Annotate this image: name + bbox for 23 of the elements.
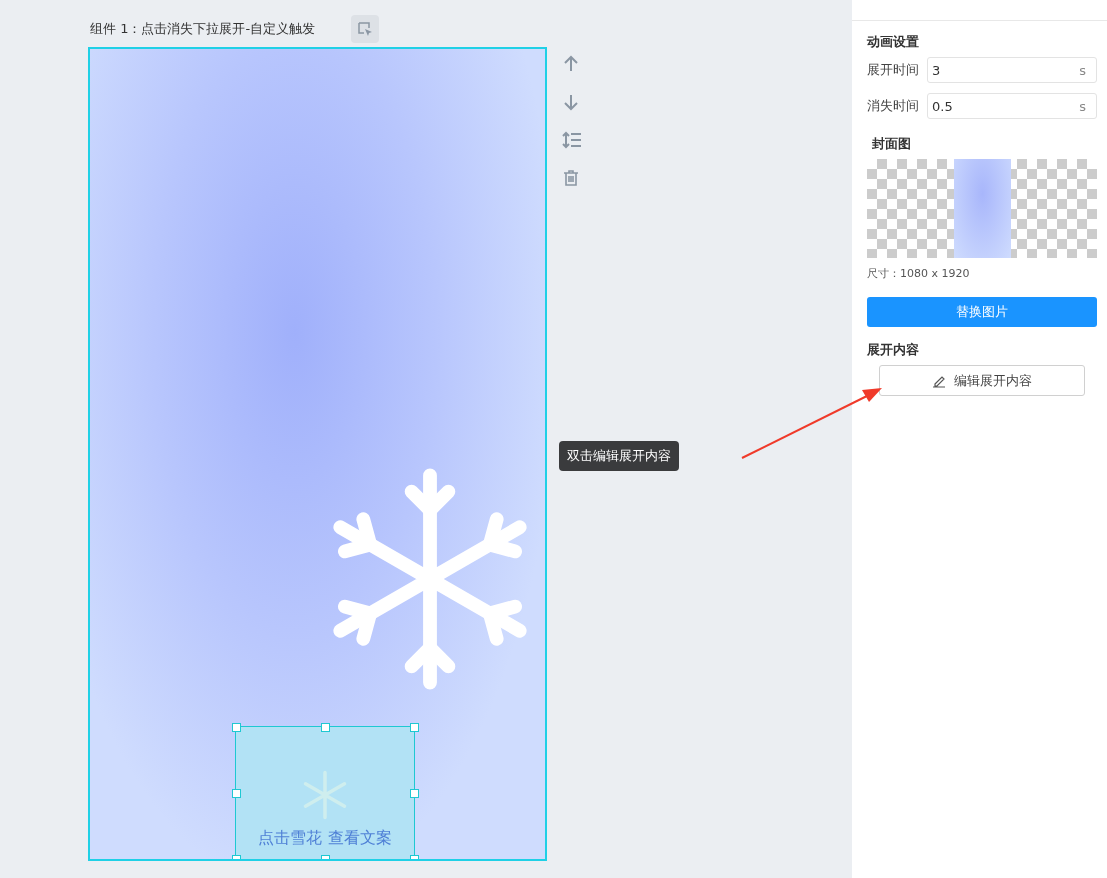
trash-icon[interactable]	[562, 169, 580, 187]
resize-handle[interactable]	[410, 789, 419, 798]
input-field[interactable]: 0.5 s	[927, 93, 1097, 119]
field-label: 展开时间	[867, 61, 919, 79]
component-caption: 点击雪花 查看文案	[258, 828, 392, 849]
section-heading: 封面图	[872, 135, 912, 153]
resize-handle[interactable]	[410, 723, 419, 732]
section-heading: 展开内容	[867, 341, 920, 359]
tooltip: 双击编辑展开内容	[559, 441, 679, 471]
image-size: 尺寸：1080 x 1920	[867, 266, 971, 281]
line-spacing-icon[interactable]	[562, 131, 582, 149]
resize-handle[interactable]	[232, 723, 241, 732]
move-up-icon[interactable]	[562, 55, 580, 73]
resize-handle[interactable]	[232, 789, 241, 798]
move-down-icon[interactable]	[562, 93, 580, 111]
cursor-select-icon	[357, 21, 374, 37]
field-label: 消失时间	[867, 97, 919, 115]
resize-handle[interactable]	[321, 723, 330, 732]
component-title: 组件 1：点击消失下拉展开-自定义触发	[90, 20, 316, 38]
select-tool-button[interactable]	[351, 15, 380, 43]
input-field[interactable]: 3 s	[927, 57, 1097, 83]
edit-content-button[interactable]: 编辑展开内容	[879, 365, 1085, 396]
section-heading: 动画设置	[867, 33, 920, 51]
